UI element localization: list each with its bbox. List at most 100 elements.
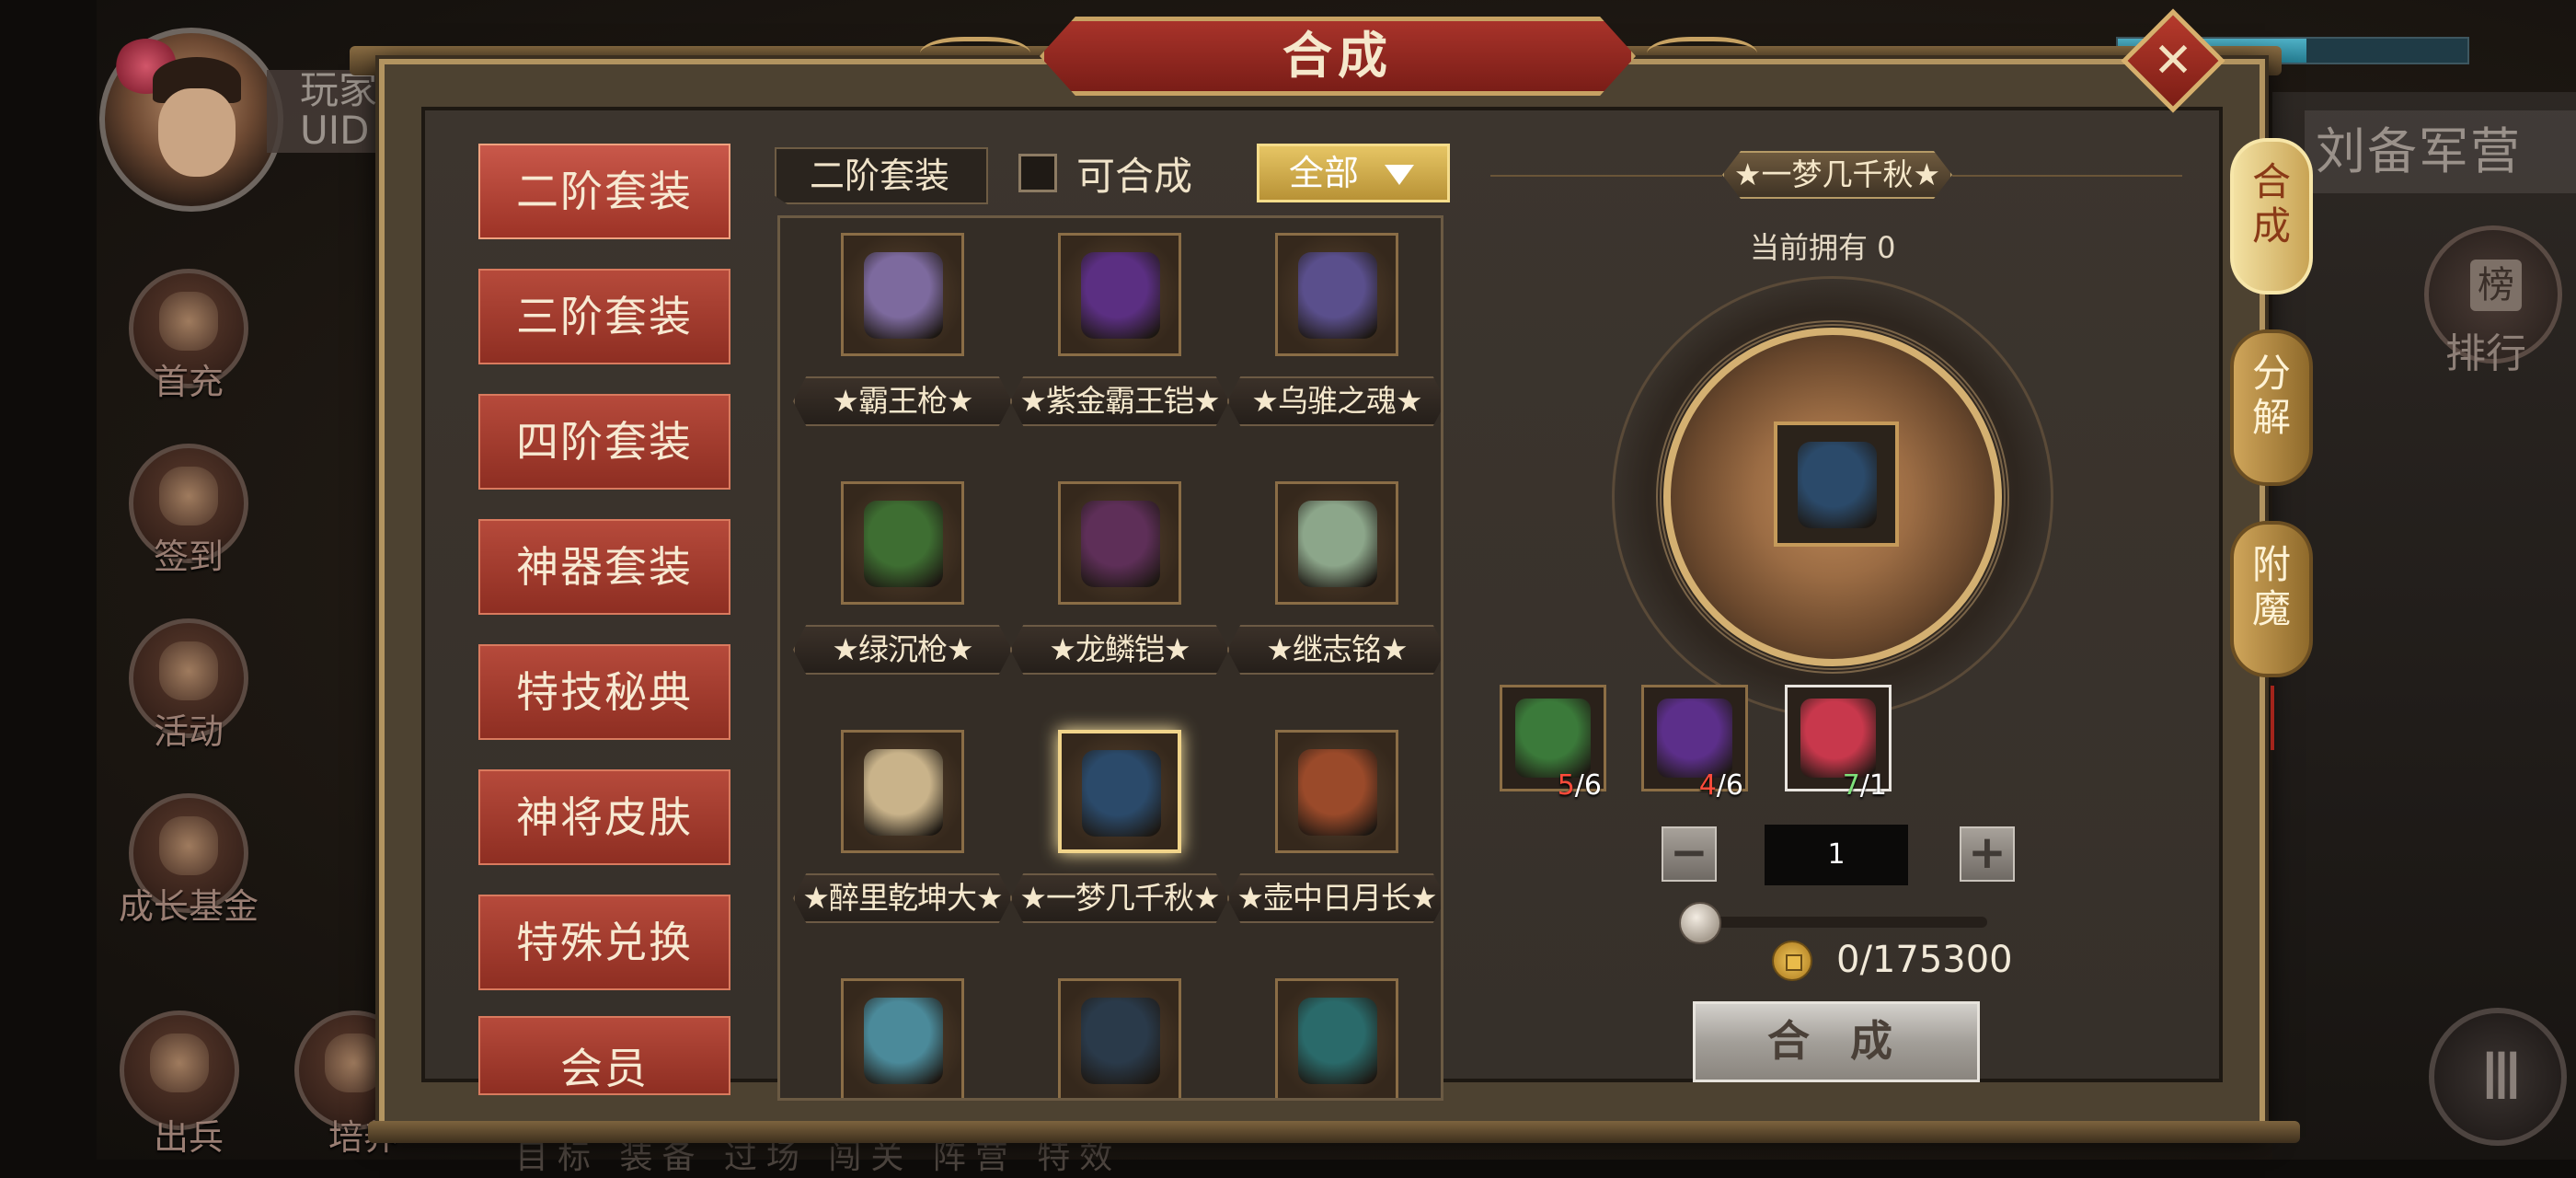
item-name: ★乌骓之魂★: [1227, 376, 1441, 426]
category-vip[interactable]: 会员: [478, 1016, 730, 1095]
title-ornament-left: [920, 37, 1030, 78]
slider-handle[interactable]: [1679, 902, 1721, 944]
category-skill-book[interactable]: 特技秘典: [478, 644, 730, 740]
material-count: 7/1: [1843, 769, 1887, 802]
dropdown-value: 全部: [1289, 153, 1360, 193]
item-grid[interactable]: ★霸王枪★ ★紫金霸王铠★ ★乌骓之魂★ ★绿沉枪★ ★龙鳞铠★ ★继志铭★ ★…: [777, 215, 1443, 1101]
panel-bottom-trim: [368, 1121, 2300, 1143]
helmet-icon: [1298, 998, 1377, 1084]
item-cell[interactable]: ★乌骓之魂★: [1227, 233, 1441, 463]
item-icon[interactable]: [841, 481, 964, 605]
filter-dropdown[interactable]: 全部: [1257, 144, 1450, 202]
item-name: ★继志铭★: [1227, 625, 1441, 675]
item-icon[interactable]: [1275, 730, 1398, 853]
item-cell-selected[interactable]: ★一梦几千秋★: [1010, 730, 1229, 960]
item-cell[interactable]: ★紫金霸王铠★: [1010, 233, 1229, 463]
target-item-icon[interactable]: [1774, 422, 1899, 547]
increase-button[interactable]: +: [1960, 826, 2015, 882]
item-name: ★霸王枪★: [793, 376, 1012, 426]
current-category-tag: 二阶套装: [775, 147, 988, 204]
category-general-skin[interactable]: 神将皮肤: [478, 769, 730, 865]
item-icon[interactable]: [1275, 978, 1398, 1098]
item-cell[interactable]: [1227, 978, 1441, 1098]
craftable-label: 可合成: [1076, 154, 1193, 199]
horse-icon: [1298, 252, 1377, 339]
quantity-slider[interactable]: [1698, 917, 1987, 928]
item-cell[interactable]: ★绿沉枪★: [793, 481, 1012, 711]
craft-button[interactable]: 合 成: [1693, 1001, 1980, 1082]
item-cell[interactable]: ★霸王枪★: [793, 233, 1012, 463]
deploy-label: 出兵: [153, 1117, 224, 1158]
craftable-checkbox[interactable]: [1018, 154, 1057, 192]
activity-label: 活动: [153, 711, 224, 752]
item-icon[interactable]: [1058, 481, 1181, 605]
checkin-icon: [159, 467, 218, 525]
material-slot[interactable]: 5/6: [1500, 685, 1606, 802]
item-cell[interactable]: ★醉里乾坤大★: [793, 730, 1012, 960]
checkin-label: 签到: [153, 537, 224, 577]
tab-tassel: [2271, 686, 2274, 750]
material-slot[interactable]: 4/6: [1641, 685, 1748, 802]
player-avatar[interactable]: [99, 28, 283, 212]
material-count: 5/6: [1558, 769, 1602, 802]
item-icon[interactable]: [1058, 730, 1181, 853]
material-need: /6: [1716, 769, 1743, 802]
material-slot[interactable]: 7/1: [1785, 685, 1892, 802]
material-count: 4/6: [1699, 769, 1743, 802]
boots-icon: [1657, 699, 1732, 778]
category-tier2-set[interactable]: 二阶套装: [478, 144, 730, 239]
category-tier4-set[interactable]: 四阶套装: [478, 394, 730, 490]
growth-fund-icon: [159, 816, 218, 875]
decrease-button[interactable]: −: [1662, 826, 1717, 882]
activity-icon: [159, 641, 218, 700]
item-name: ★龙鳞铠★: [1010, 625, 1229, 675]
item-icon[interactable]: [841, 233, 964, 356]
tab-decompose[interactable]: 分 解: [2230, 329, 2313, 486]
selected-item-name: ★一梦几千秋★: [1722, 151, 1952, 199]
item-cell[interactable]: ★壶中日月长★: [1227, 730, 1441, 960]
ranking-icon: 榜: [2470, 260, 2522, 311]
armor-icon: [1798, 442, 1877, 528]
item-icon[interactable]: [1275, 481, 1398, 605]
material-need: /1: [1859, 769, 1887, 802]
divider-left: [1490, 175, 1722, 177]
tab-enchant[interactable]: 附 魔: [2230, 521, 2313, 677]
item-cell[interactable]: ★继志铭★: [1227, 481, 1441, 711]
item-icon[interactable]: [841, 730, 964, 853]
item-icon[interactable]: [1275, 233, 1398, 356]
ranking-label: 排行: [2445, 330, 2526, 377]
category-tier3-set[interactable]: 三阶套装: [478, 269, 730, 364]
item-cell[interactable]: [1010, 978, 1229, 1098]
first-recharge-label: 首充: [153, 362, 224, 402]
menu-button[interactable]: III: [2429, 1008, 2567, 1146]
material-have: 4: [1698, 769, 1717, 802]
coin-icon: [1772, 941, 1812, 981]
panel-title: 合成: [1040, 17, 1636, 96]
helmet-icon: [1515, 699, 1591, 778]
camp-title: 刘备军营: [2305, 110, 2576, 193]
craft-cost: 0/175300: [1836, 939, 2013, 981]
chevron-down-icon: [1385, 165, 1414, 185]
category-special-exchange[interactable]: 特殊兑换: [478, 895, 730, 990]
armor-icon: [1081, 501, 1160, 587]
item-icon[interactable]: [841, 978, 964, 1098]
item-name: ★紫金霸王铠★: [1010, 376, 1229, 426]
item-icon[interactable]: [1058, 233, 1181, 356]
quantity-field[interactable]: 1: [1765, 825, 1908, 885]
item-cell[interactable]: [793, 978, 1012, 1098]
divider-right: [1952, 175, 2182, 177]
deploy-icon: [150, 1034, 209, 1092]
material-have: 7: [1842, 769, 1860, 802]
close-icon: ✕: [2153, 33, 2193, 88]
first-recharge-icon: [159, 292, 218, 351]
item-name: ★绿沉枪★: [793, 625, 1012, 675]
tab-craft[interactable]: 合 成: [2230, 138, 2313, 294]
owned-count: 当前拥有 0: [1750, 230, 1896, 265]
growth-fund-label: 成长基金: [118, 886, 259, 927]
armor-icon: [1081, 252, 1160, 339]
item-name: ★醉里乾坤大★: [793, 873, 1012, 923]
category-artifact-set[interactable]: 神器套装: [478, 519, 730, 615]
title-ornament-right: [1647, 37, 1757, 78]
item-icon[interactable]: [1058, 978, 1181, 1098]
item-cell[interactable]: ★龙鳞铠★: [1010, 481, 1229, 711]
